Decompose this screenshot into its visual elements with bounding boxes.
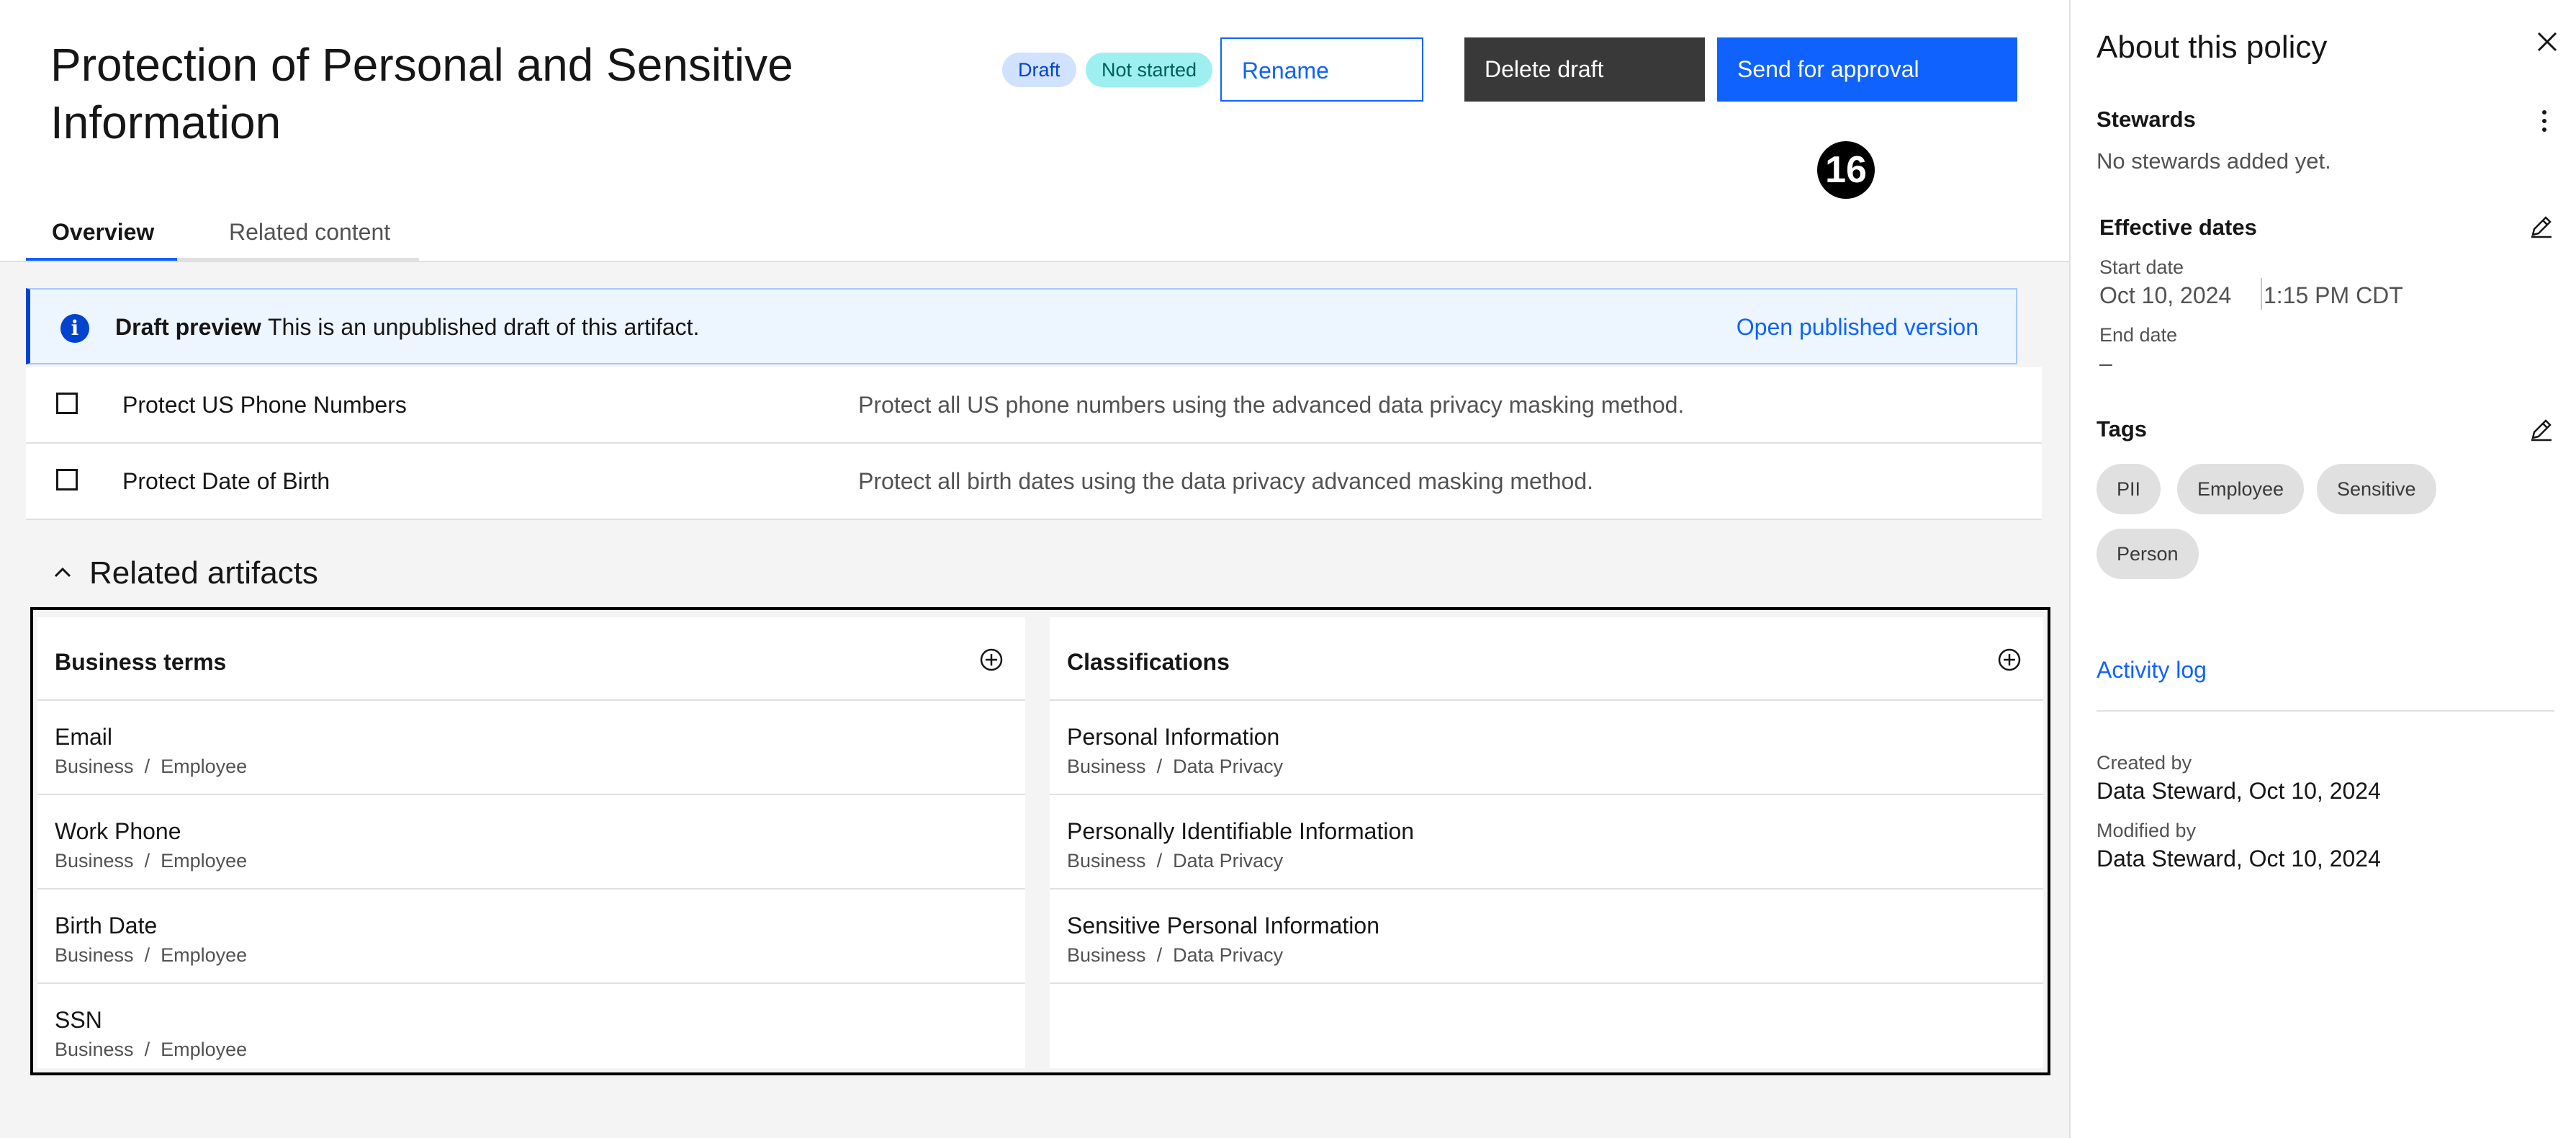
list-item[interactable]: Birth Date Business / Employee — [37, 890, 1025, 984]
item-path: Business / Data Privacy — [1067, 850, 1284, 872]
item-path: Business / Data Privacy — [1067, 944, 1284, 966]
rule-name: Protect Date of Birth — [122, 468, 330, 494]
item-path: Business / Data Privacy — [1067, 756, 1284, 777]
item-name: Personally Identifiable Information — [1067, 818, 1415, 844]
item-name: Personal Information — [1067, 724, 1280, 750]
stewards-empty-text: No stewards added yet. — [2097, 148, 2331, 174]
start-date-label: Start date — [2099, 256, 2184, 278]
tag-chip[interactable]: Person — [2097, 529, 2199, 579]
classifications-title: Classifications — [1067, 649, 1230, 675]
list-item[interactable]: Personal Information Business / Data Pri… — [1050, 701, 2043, 795]
tab-overview[interactable]: Overview — [26, 209, 177, 261]
draft-preview-notice: i Draft preview This is an unpublished d… — [26, 288, 2017, 364]
related-artifacts-heading[interactable]: Related artifacts — [89, 553, 318, 593]
close-icon[interactable] — [2531, 26, 2563, 58]
page-title: Protection of Personal and Sensitive Inf… — [50, 39, 793, 148]
date-separator — [2261, 278, 2262, 310]
business-terms-column: Business terms Email Business / Employee… — [37, 617, 1025, 1068]
activity-log-link[interactable]: Activity log — [2097, 655, 2207, 684]
start-date-value: Oct 10, 2024 — [2099, 282, 2232, 308]
list-item[interactable]: SSN Business / Employee — [37, 984, 1025, 1078]
item-name: Birth Date — [55, 913, 158, 938]
page-header: Protection of Personal and Sensitive Inf… — [0, 0, 2069, 262]
item-path: Business / Employee — [55, 850, 248, 872]
edit-icon[interactable] — [2528, 416, 2554, 442]
rule-row: Protect Date of Birth Protect all birth … — [26, 444, 2042, 520]
created-by-value: Data Steward, Oct 10, 2024 — [2097, 778, 2381, 804]
item-name: Sensitive Personal Information — [1067, 913, 1379, 938]
rename-button[interactable]: Rename — [1220, 37, 1423, 102]
end-date-value: – — [2099, 350, 2112, 376]
status-badge-not-started: Not started — [1086, 53, 1213, 87]
item-name: Work Phone — [55, 818, 181, 844]
list-item[interactable]: Work Phone Business / Employee — [37, 795, 1025, 890]
tag-chip[interactable]: Employee — [2177, 464, 2305, 514]
tag-chip[interactable]: PII — [2097, 464, 2161, 514]
item-path: Business / Employee — [55, 756, 248, 777]
status-badge-draft: Draft — [1002, 53, 1076, 87]
modified-by-value: Data Steward, Oct 10, 2024 — [2097, 846, 2381, 872]
open-published-version-link[interactable]: Open published version — [1737, 313, 1978, 341]
related-artifacts-panel: Business terms Email Business / Employee… — [30, 607, 2050, 1075]
header-divider — [0, 261, 2069, 262]
step-marker: 16 — [1817, 141, 1875, 199]
item-path: Business / Employee — [55, 944, 248, 966]
rule-checkbox[interactable] — [56, 469, 78, 490]
list-item[interactable]: Email Business / Employee — [37, 701, 1025, 795]
notice-title: Draft preview — [115, 314, 261, 340]
edit-icon[interactable] — [2528, 213, 2554, 239]
overflow-menu-icon[interactable] — [2540, 108, 2549, 134]
item-name: SSN — [55, 1007, 102, 1033]
modified-by-label: Modified by — [2097, 820, 2197, 841]
tags-heading: Tags — [2097, 416, 2148, 442]
chevron-up-icon[interactable] — [52, 562, 73, 583]
info-icon: i — [60, 314, 89, 343]
stewards-heading: Stewards — [2097, 107, 2196, 132]
item-path: Business / Employee — [55, 1039, 248, 1060]
rule-checkbox[interactable] — [56, 393, 78, 414]
classifications-column: Classifications Personal Information Bus… — [1050, 617, 2043, 1068]
delete-draft-button[interactable]: Delete draft — [1464, 37, 1705, 102]
send-for-approval-button[interactable]: Send for approval — [1717, 37, 2017, 102]
list-item[interactable]: Personally Identifiable Information Busi… — [1050, 795, 2043, 890]
about-policy-panel: About this policy Stewards No stewards a… — [2069, 0, 2576, 1138]
rule-description: Protect all US phone numbers using the a… — [858, 392, 1685, 418]
rule-name: Protect US Phone Numbers — [122, 392, 407, 418]
business-terms-header: Business terms — [37, 617, 1025, 701]
panel-title: About this policy — [2097, 30, 2328, 65]
end-date-label: End date — [2099, 324, 2178, 346]
start-time-value: 1:15 PM CDT — [2264, 282, 2403, 308]
business-terms-title: Business terms — [55, 649, 227, 675]
rule-description: Protect all birth dates using the data p… — [858, 468, 1594, 494]
tab-related-content[interactable]: Related content — [177, 209, 419, 261]
notice-text: This is an unpublished draft of this art… — [268, 314, 700, 340]
add-circle-icon[interactable] — [979, 648, 1004, 672]
panel-divider — [2097, 710, 2554, 712]
effective-dates-heading: Effective dates — [2099, 215, 2257, 240]
created-by-label: Created by — [2097, 752, 2192, 774]
classifications-header: Classifications — [1050, 617, 2043, 701]
item-name: Email — [55, 724, 113, 750]
list-item[interactable]: Sensitive Personal Information Business … — [1050, 890, 2043, 984]
rule-row: Protect US Phone Numbers Protect all US … — [26, 367, 2042, 444]
add-circle-icon[interactable] — [1997, 648, 2022, 672]
tag-chip[interactable]: Sensitive — [2317, 464, 2436, 514]
